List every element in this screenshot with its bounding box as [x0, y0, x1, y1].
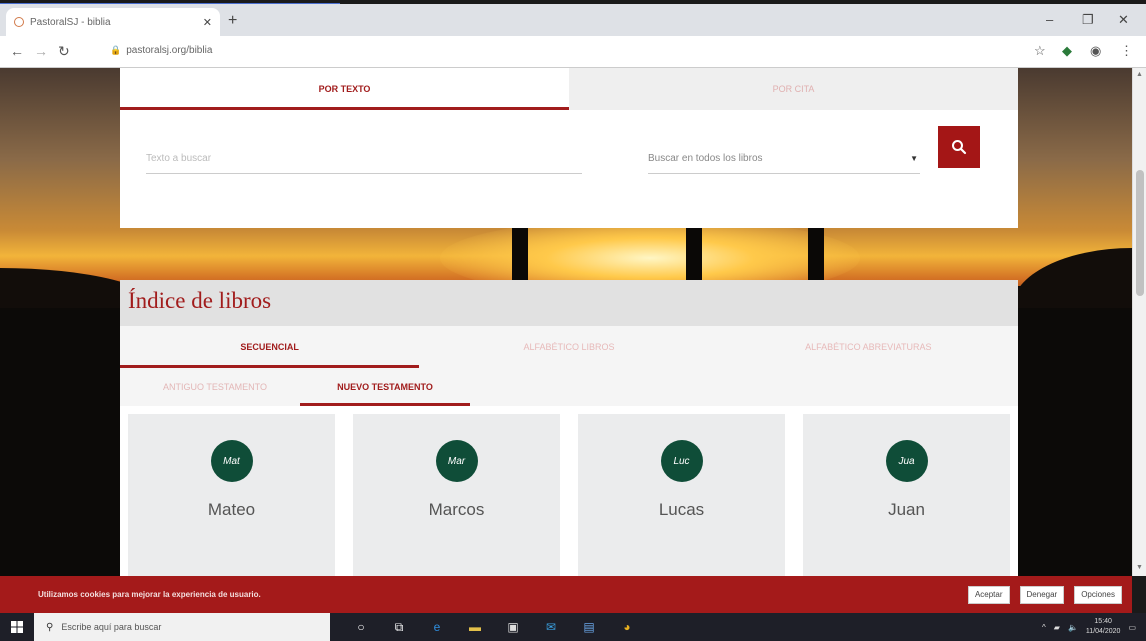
menu-icon[interactable]: ⋮: [1120, 43, 1133, 59]
windows-taskbar: ⚲ Escribe aquí para buscar ○ ⧉ e ▬ ▣ ✉ ▤…: [0, 613, 1146, 641]
url-field[interactable]: 🔒 pastoralsj.org/biblia: [110, 45, 212, 56]
book-abbr-badge: Mar: [435, 440, 478, 482]
minimize-icon[interactable]: –: [1046, 12, 1053, 27]
taskbar-apps: ○ ⧉ e ▬ ▣ ✉ ▤ ◕: [352, 618, 636, 636]
book-abbr-badge: Jua: [885, 440, 928, 482]
tab-secuencial[interactable]: SECUENCIAL: [120, 326, 420, 368]
taskbar-search[interactable]: ⚲ Escribe aquí para buscar: [34, 613, 330, 641]
scrollbar-thumb[interactable]: [1136, 170, 1144, 296]
task-view-icon[interactable]: ⧉: [390, 618, 408, 636]
maximize-icon[interactable]: ❐: [1082, 12, 1094, 28]
clock-date: 11/04/2020: [1085, 628, 1121, 635]
search-icon: ⚲: [46, 621, 54, 633]
tab-nuevo-testamento[interactable]: NUEVO TESTAMENTO: [300, 368, 470, 406]
tab-alfabetico-libros[interactable]: ALFABÉTICO LIBROS: [419, 326, 718, 368]
lock-icon: 🔒: [110, 45, 122, 55]
bookmark-star-icon[interactable]: ☆: [1034, 43, 1046, 59]
accept-cookies-button[interactable]: Aceptar: [967, 585, 1010, 604]
browser-tabbar: PastoralSJ - biblia ✕ + – ❐ ✕: [0, 4, 1146, 36]
clock-time: 15:40: [1094, 618, 1112, 625]
file-explorer-icon[interactable]: ▬: [466, 618, 484, 636]
book-card-marcos[interactable]: Mar Marcos: [353, 414, 560, 576]
tab-title: PastoralSJ - biblia: [30, 16, 111, 28]
deny-cookies-button[interactable]: Denegar: [1019, 585, 1065, 604]
windows-start-button[interactable]: [0, 613, 34, 641]
book-card-mateo[interactable]: Mat Mateo: [128, 414, 335, 576]
testament-tabs: ANTIGUO TESTAMENTO NUEVO TESTAMENTO: [120, 368, 1018, 406]
network-icon[interactable]: ▰: [1054, 623, 1060, 632]
tray-chevron-icon[interactable]: ^: [1042, 623, 1046, 632]
dropdown-caret-icon: ▼: [910, 154, 918, 163]
search-icon: [952, 140, 967, 155]
tab-por-texto[interactable]: POR TEXTO: [120, 68, 569, 110]
book-card-lucas[interactable]: Luc Lucas: [578, 414, 785, 576]
pole-silhouette: [808, 226, 824, 286]
notifications-icon[interactable]: ▭: [1128, 623, 1136, 632]
book-abbr-badge: Luc: [660, 440, 703, 482]
book-name: Mateo: [207, 500, 256, 519]
scroll-down-icon[interactable]: ▼: [1136, 564, 1143, 571]
close-window-icon[interactable]: ✕: [1118, 12, 1129, 28]
address-bar: ← → ↻ 🔒 pastoralsj.org/biblia ☆ ◆ ◉ ⋮: [0, 36, 1146, 68]
photos-icon[interactable]: ▤: [580, 618, 598, 636]
store-icon[interactable]: ▣: [504, 618, 522, 636]
scroll-up-icon[interactable]: ▲: [1136, 71, 1143, 78]
forward-icon[interactable]: →: [34, 43, 48, 59]
chrome-icon[interactable]: ◕: [618, 618, 636, 636]
reload-icon[interactable]: ↻: [58, 43, 70, 60]
index-title: Índice de libros: [120, 280, 1018, 326]
hill-right: [1012, 248, 1132, 308]
favicon-icon: [14, 17, 24, 27]
pole-silhouette: [512, 226, 528, 286]
book-name: Lucas: [658, 500, 705, 519]
book-name: Marcos: [428, 500, 485, 519]
browser-tab[interactable]: PastoralSJ - biblia ✕: [6, 8, 220, 36]
back-icon[interactable]: ←: [10, 43, 24, 59]
book-index-panel: Índice de libros SECUENCIAL ALFABÉTICO L…: [120, 280, 1018, 576]
search-input[interactable]: [146, 144, 582, 174]
page-scrollbar[interactable]: ▲ ▼: [1132, 68, 1146, 576]
cookie-message: Utilizamos cookies para mejorar la exper…: [38, 590, 261, 599]
search-button[interactable]: [938, 126, 980, 168]
volume-icon[interactable]: 🔈: [1068, 623, 1078, 632]
cookie-consent-bar: Utilizamos cookies para mejorar la exper…: [0, 576, 1132, 613]
book-scope-value: Buscar en todos los libros: [648, 153, 763, 164]
system-clock[interactable]: 15:40 11/04/2020: [1086, 617, 1121, 637]
tab-antiguo-testamento[interactable]: ANTIGUO TESTAMENTO: [130, 368, 300, 406]
cortana-icon[interactable]: ○: [352, 618, 370, 636]
system-tray: ^ ▰ 🔈 15:40 11/04/2020 ▭: [1042, 617, 1146, 637]
pole-silhouette: [686, 226, 702, 286]
book-abbr-badge: Mat: [210, 440, 253, 482]
search-mode-tabs: POR TEXTO POR CITA: [120, 68, 1018, 110]
cookie-options-button[interactable]: Opciones: [1074, 585, 1122, 604]
bible-search-panel: POR TEXTO POR CITA Buscar en todos los l…: [120, 68, 1018, 228]
profile-icon[interactable]: ◉: [1090, 43, 1101, 59]
book-name: Juan: [888, 500, 925, 519]
book-card-juan[interactable]: Jua Juan: [803, 414, 1010, 576]
book-scope-select[interactable]: Buscar en todos los libros ▼: [648, 144, 920, 174]
page-viewport: POR TEXTO POR CITA Buscar en todos los l…: [0, 68, 1132, 576]
windows-logo-icon: [11, 621, 23, 633]
order-tabs: SECUENCIAL ALFABÉTICO LIBROS ALFABÉTICO …: [120, 326, 1018, 368]
mail-icon[interactable]: ✉: [542, 618, 560, 636]
edge-icon[interactable]: e: [428, 618, 446, 636]
tab-por-cita[interactable]: POR CITA: [569, 68, 1018, 110]
url-text: pastoralsj.org/biblia: [126, 45, 213, 56]
extension-icon[interactable]: ◆: [1062, 43, 1072, 59]
tab-alfabetico-abreviaturas[interactable]: ALFABÉTICO ABREVIATURAS: [719, 326, 1018, 368]
new-tab-icon[interactable]: +: [228, 12, 237, 30]
book-cards: Mat Mateo Mar Marcos Luc Lucas Jua Juan: [120, 406, 1018, 576]
tab-close-icon[interactable]: ✕: [203, 16, 212, 29]
taskbar-search-placeholder: Escribe aquí para buscar: [61, 622, 162, 632]
